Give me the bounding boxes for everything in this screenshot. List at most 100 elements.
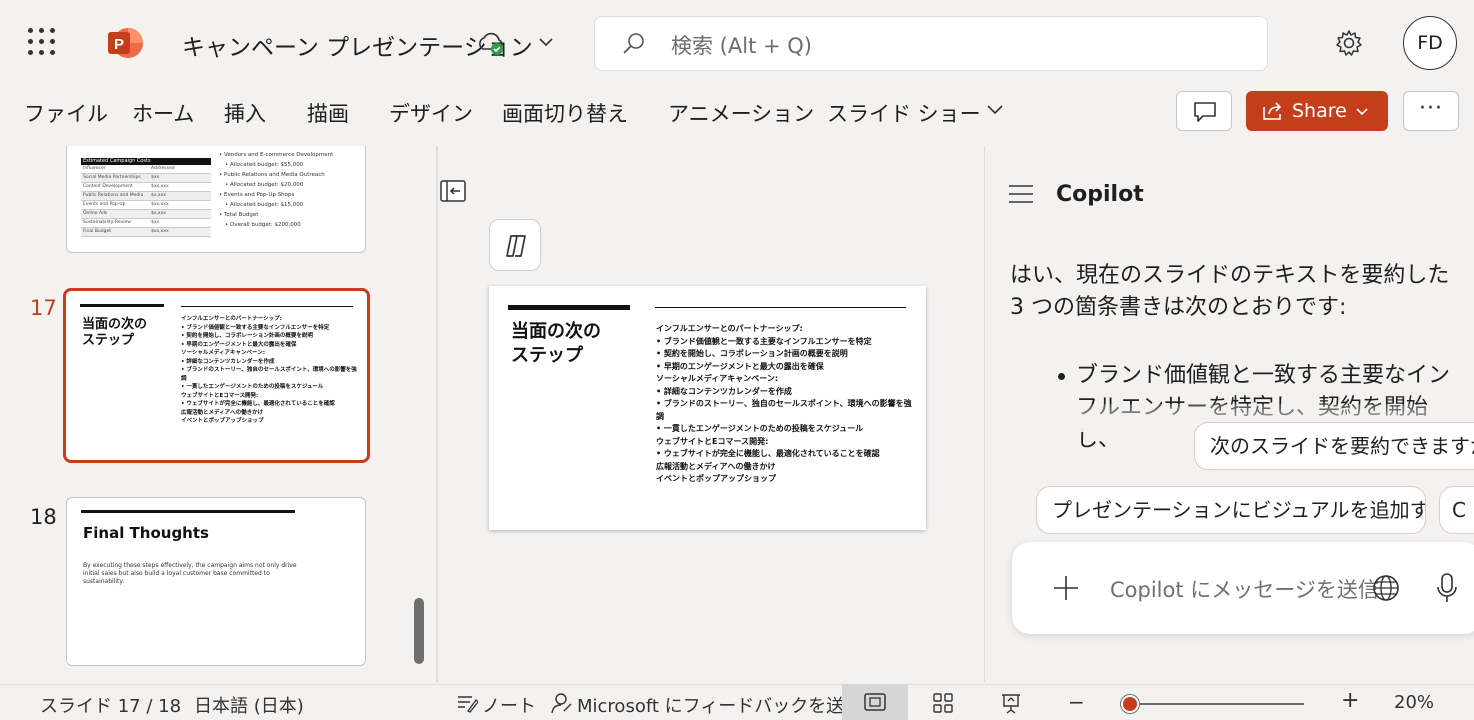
search-placeholder: 検索 (Alt + Q) (671, 34, 812, 58)
thumbnail-number-18: 18 (30, 505, 57, 529)
thumbnail-slide-17[interactable]: 当面の次の ステップ インフルエンサーとのパートナーシップ: • ブランド価値観と… (63, 288, 370, 463)
slide-bullet: • ウェブサイトが完全に機能し、最適化されていることを確認 (181, 401, 335, 407)
thumb18-title: Final Thoughts (83, 524, 209, 542)
menu-icon[interactable] (1008, 184, 1034, 204)
thumb16-table-row: Public Relations and Media $x,xxx (81, 192, 211, 201)
thumb16-bullet: • Events and Pop-Up Shops (219, 192, 295, 198)
thumb16-bullet: • Public Relations and Media Outreach (219, 172, 325, 178)
thumb16-table-row: Events and Pop-Up $xx,xxx (81, 201, 211, 210)
share-button[interactable]: Share (1246, 91, 1388, 131)
thumb17-title: 当面の次の ステップ (82, 317, 148, 348)
feedback-button[interactable]: Microsoft にフィードバックを送信 (577, 692, 862, 718)
more-options-button[interactable]: ··· (1403, 91, 1459, 131)
slide-bullet: • ウェブサイトが完全に機能し、最適化されていることを確認 (656, 449, 880, 458)
slide-bullet: • ブランドのストーリー、独自のセールスポイント、環境への影響を強調 (181, 367, 357, 382)
slide-bullet: • 一貫したエンゲージメントのための投稿をスケジュール (181, 384, 324, 390)
avatar[interactable]: FD (1403, 16, 1457, 70)
chevron-down-icon (1356, 108, 1368, 116)
microphone-icon[interactable] (1436, 572, 1458, 604)
slide-heading: インフルエンサーとのパートナーシップ: (656, 324, 803, 333)
normal-view-button[interactable] (842, 684, 908, 720)
slide-bullet: • 早期のエンゲージメントと最大の露出を確保 (181, 341, 297, 348)
slide-title[interactable]: 当面の次の ステップ (511, 320, 601, 368)
slide-heading: イベントとポップアップショップ (656, 474, 776, 483)
copilot-input-placeholder: Copilot にメッセージを送信 (1110, 578, 1379, 602)
plus-icon[interactable] (1052, 574, 1080, 602)
tab-slideshow[interactable]: スライド ショー (827, 98, 981, 128)
slide-bullet: • 早期のエンゲージメントと最大の露出を確保 (656, 361, 824, 371)
zoom-slider-thumb[interactable] (1120, 695, 1139, 713)
tab-draw[interactable]: 描画 (307, 98, 349, 128)
thumb16-table-header: Estimated Campaign Costs (81, 158, 211, 165)
gear-icon[interactable] (1334, 28, 1364, 58)
copilot-icon (506, 235, 526, 257)
thumb17-body: インフルエンサーとのパートナーシップ: • ブランド価値観と一致する主要なインフル… (181, 315, 361, 426)
search-icon (623, 33, 644, 54)
zoom-slider-track[interactable] (1124, 703, 1304, 705)
thumbnail-number-17: 17 (30, 296, 57, 320)
slide-heading: イベントとポップアップショップ (181, 418, 264, 424)
slide-bullet: • 詳細なコンテンツカレンダーを作成 (656, 386, 792, 396)
language-status[interactable]: 日本語 (日本) (194, 692, 304, 718)
tab-animations[interactable]: アニメーション (668, 98, 814, 128)
globe-icon[interactable] (1372, 574, 1400, 602)
thumb16-bullet: • Total Budget (219, 212, 259, 218)
collapse-pane-icon[interactable] (438, 176, 468, 206)
suggestion-3[interactable]: C (1439, 486, 1474, 534)
search-box[interactable]: 検索 (Alt + Q) (594, 16, 1268, 71)
suggestion-add-visuals[interactable]: プレゼンテーションにビジュアルを追加する (1036, 486, 1426, 534)
notes-icon (458, 696, 478, 713)
share-label: Share (1292, 100, 1347, 122)
notes-button[interactable]: ノート (482, 692, 536, 718)
presenter-view-icon[interactable] (1000, 692, 1022, 714)
slide-body-rule (655, 307, 906, 308)
copilot-title: Copilot (1056, 182, 1144, 207)
slide-bullet: • 詳細なコンテンツカレンダーを作成 (181, 358, 275, 365)
thumbnail-slide-18[interactable]: Final Thoughts By executing these steps … (66, 497, 366, 666)
zoom-out-button[interactable]: − (1068, 690, 1085, 714)
slide-heading: ソーシャルメディアキャンペーン: (656, 374, 779, 383)
feedback-icon (551, 693, 572, 714)
tab-file[interactable]: ファイル (24, 98, 108, 128)
current-slide[interactable]: 当面の次の ステップ インフルエンサーとのパートナーシップ: • ブランド価値観と… (489, 286, 926, 530)
thumb18-body: By executing these steps effectively, th… (83, 562, 297, 585)
tab-transitions[interactable]: 画面切り替え (502, 98, 628, 128)
thumb16-table: Estimated Campaign Costs Influencer Addre… (81, 158, 211, 237)
slide-bullet: • ブランド価値観と一致する主要なインフルエンサーを特定 (181, 324, 330, 331)
svg-text:P: P (114, 36, 124, 53)
ribbon-more-chevron-icon[interactable] (984, 98, 1006, 120)
thumbnails-scrollbar[interactable] (414, 598, 424, 664)
thumbnail-slide-16[interactable]: Estimated Campaign Costs Influencer Addre… (66, 146, 366, 253)
suggestion-summarize-next[interactable]: 次のスライドを要約できますか (1194, 422, 1474, 470)
tab-design[interactable]: デザイン (389, 98, 473, 128)
slide-body[interactable]: インフルエンサーとのパートナーシップ: • ブランド価値観と一致する主要なインフル… (656, 323, 914, 486)
zoom-in-button[interactable]: + (1341, 688, 1359, 713)
thumb16-bullet: • Allocated budget: $15,000 (225, 202, 304, 208)
slide-bullet: • ブランド価値観と一致する主要なインフルエンサーを特定 (656, 336, 872, 346)
thumb16-bullets: • Vendors and E-commerce Development • Al… (219, 150, 359, 230)
thumb16-bullet: • Overall budget: $200,000 (225, 222, 301, 228)
share-icon (1263, 102, 1282, 120)
thumb16-bullet: • Allocated budget: $20,000 (225, 182, 304, 188)
slide-bullet: • 契約を開始し、コラボレーション計画の概要を説明 (181, 333, 313, 339)
slide-heading: インフルエンサーとのパートナーシップ: (181, 316, 282, 322)
thumb16-bullet: • Allocated budget: $55,000 (225, 162, 304, 168)
copilot-button[interactable] (489, 219, 541, 271)
thumb16-table-row: Online Ads $x,xxx (81, 210, 211, 219)
tab-insert[interactable]: 挿入 (224, 98, 266, 128)
slide-bullet: • 一貫したエンゲージメントのための投稿をスケジュール (656, 424, 864, 433)
chevron-down-icon[interactable] (536, 32, 556, 52)
zoom-level[interactable]: 20% (1394, 692, 1434, 713)
tab-home[interactable]: ホーム (132, 98, 194, 128)
bullet-dot (1058, 373, 1065, 380)
copilot-response: はい、現在のスライドのテキストを要約した 3 つの箇条書きは次のとおりです: (1010, 263, 1450, 320)
slide-sorter-icon[interactable] (932, 692, 954, 714)
thumb16-table-row: Content Development $xx,xxx (81, 183, 211, 192)
thumb16-table-row: Final Budget $xx,xxx (81, 228, 211, 237)
cloud-saved-icon (479, 32, 503, 55)
comments-button[interactable] (1176, 91, 1232, 131)
slide-heading: ソーシャルメディアキャンペーン: (181, 350, 265, 356)
slide-title-rule (508, 305, 630, 310)
app-launcher-icon[interactable] (28, 28, 56, 56)
thumb16-table-row: Influencer Addressed (81, 165, 211, 174)
